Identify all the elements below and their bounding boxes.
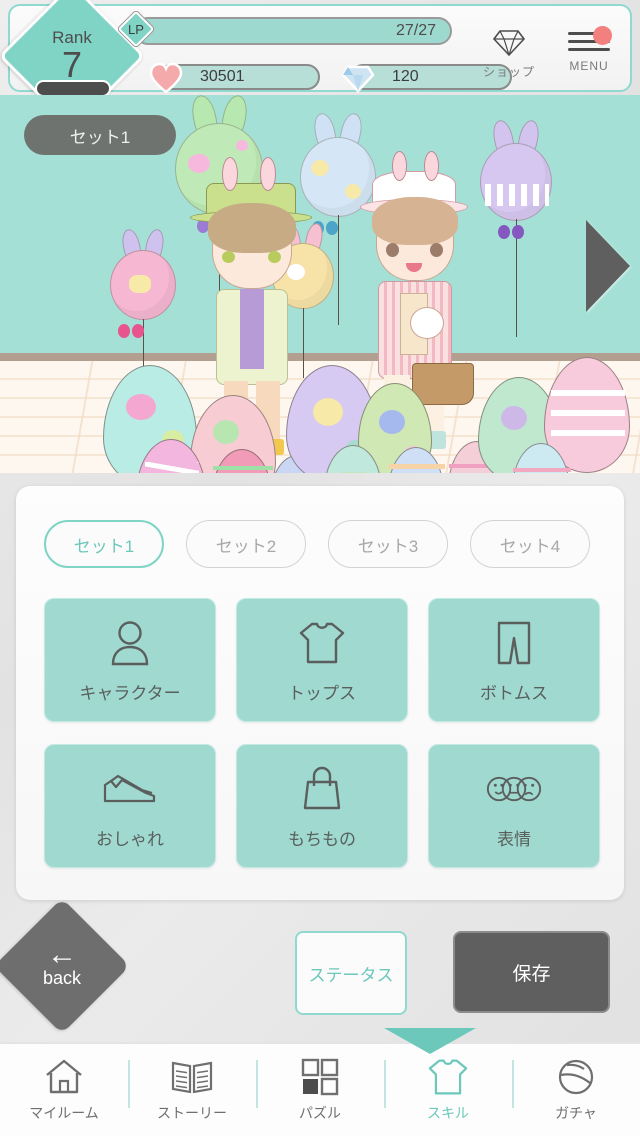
set-tab-2-label: セット2 [215,536,277,556]
diamond-icon [492,30,526,57]
customization-panel: セット1 セット2 セット3 セット4 キャラクター トップス ボトムス おしゃ… [16,486,624,900]
heart-currency[interactable]: 30501 [149,62,320,94]
nav-label-skill: スキル [427,1104,469,1121]
nav-item-gacha[interactable]: ガチャ [512,1044,640,1136]
home-icon [46,1059,82,1093]
pants-icon [486,617,542,669]
nav-item-skill[interactable]: スキル [384,1028,512,1136]
category-button-expressions[interactable]: 表情 [428,744,600,868]
gem-value: 120 [392,68,419,85]
hamburger-icon [568,26,612,54]
shop-label: ショップ [482,65,535,79]
set-tab-3-label: セット3 [357,536,419,556]
gem-icon [341,65,375,93]
lp-value: 27/27 [395,22,436,39]
category-label-character: キャラクター [79,683,181,703]
category-grid: キャラクター トップス ボトムス おしゃれ もちもの 表情 [44,598,600,868]
arrow-right-icon[interactable] [586,220,630,312]
balloon-purple [480,118,552,338]
set-tab-3[interactable]: セット3 [328,520,448,568]
nav-label-gacha: ガチャ [555,1104,597,1121]
set-tab-4[interactable]: セット4 [470,520,590,568]
category-label-accessories: おしゃれ [96,829,164,849]
menu-button[interactable]: MENU [556,26,622,73]
nav-item-myroom[interactable]: マイルーム [0,1044,128,1136]
faces-icon [486,763,542,815]
shop-button[interactable]: ショップ [476,28,542,80]
game-screen: Rank 7 27/27 LP 30501 120 ショップ MENU セット1… [0,0,640,1136]
nav-label-story: ストーリー [157,1104,227,1121]
category-button-bottoms[interactable]: ボトムス [428,598,600,722]
currency-row: 30501 120 [149,62,512,94]
status-header: Rank 7 27/27 LP 30501 120 ショップ MENU [0,0,632,130]
category-label-tops: トップス [288,683,356,703]
nav-item-puzzle[interactable]: パズル [256,1044,384,1136]
easter-basket [412,363,474,405]
category-label-bottoms: ボトムス [480,683,548,703]
set-tab-1[interactable]: セット1 [44,520,164,568]
gacha-ball-icon [558,1059,594,1094]
active-tab-marker [384,1028,476,1054]
set-name-badge: セット1 [24,115,176,155]
menu-label: MENU [569,59,609,73]
category-button-tops[interactable]: トップス [236,598,408,722]
character-preview-scene[interactable]: セット1 [0,95,640,473]
save-button[interactable]: 保存 [453,931,610,1013]
shoes-icon [102,763,158,815]
set-tab-list: セット1 セット2 セット3 セット4 [44,520,590,568]
heart-icon [149,62,183,94]
person-icon [102,617,158,669]
category-button-items[interactable]: もちもの [236,744,408,868]
nav-label-myroom: マイルーム [29,1104,99,1121]
bag-icon [294,763,350,815]
nav-label-puzzle: パズル [299,1104,341,1121]
lp-meter[interactable]: 27/27 LP [117,10,452,48]
set-tab-1-label: セット1 [73,536,135,556]
status-button[interactable]: ステータス [295,931,407,1015]
save-label: 保存 [512,963,551,985]
book-icon [171,1061,213,1093]
category-label-expressions: 表情 [497,829,531,849]
category-label-items: もちもの [288,829,356,849]
bottom-navbar: マイルーム ストーリー パズル スキル ガチャ [0,1028,640,1136]
set-tab-4-label: セット4 [499,536,561,556]
tshirt-icon [294,617,350,669]
back-button[interactable] [0,898,130,1034]
grid-icon [301,1058,339,1095]
scene-baseboard [0,353,640,361]
category-button-character[interactable]: キャラクター [44,598,216,722]
set-tab-2[interactable]: セット2 [186,520,306,568]
category-button-accessories[interactable]: おしゃれ [44,744,216,868]
tshirt-icon [428,1058,468,1095]
lp-bar: 27/27 [134,17,452,45]
notification-dot [593,26,612,45]
status-label: ステータス [308,965,394,985]
heart-value: 30501 [200,68,245,85]
balloon-pink-left [110,227,176,411]
lp-tag-label: LP [128,21,144,37]
nav-item-story[interactable]: ストーリー [128,1044,256,1136]
